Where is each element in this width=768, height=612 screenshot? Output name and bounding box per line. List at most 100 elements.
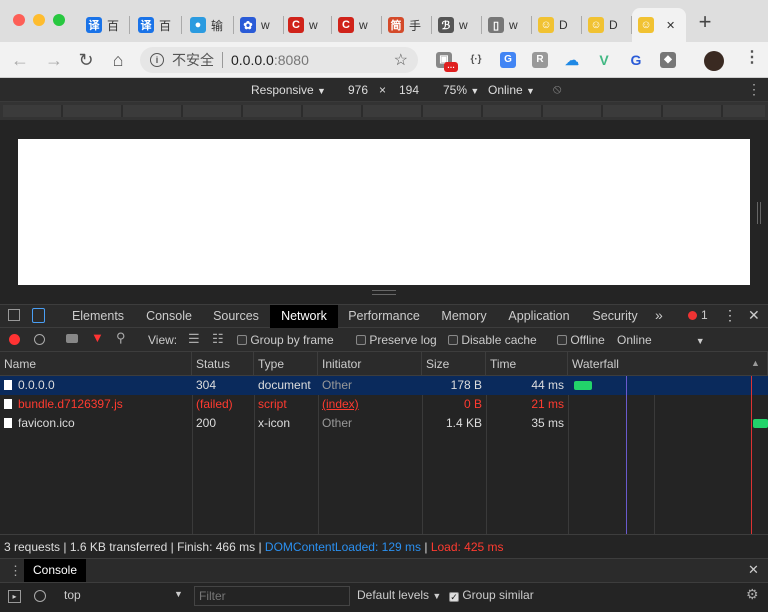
height-input[interactable]: 194 — [399, 83, 419, 97]
drawer-tab-console[interactable]: Console — [24, 559, 86, 582]
close-devtools-icon[interactable]: ✕ — [748, 307, 760, 324]
browser-tab[interactable]: ✿ w — [234, 8, 284, 42]
column-header-status[interactable]: Status — [192, 352, 254, 376]
throttle-select[interactable]: Online ▼ — [488, 83, 535, 97]
rotate-icon[interactable]: ⦸ — [553, 81, 561, 97]
device-toggle-icon[interactable] — [32, 308, 45, 323]
vue-extension-icon[interactable]: V — [596, 52, 612, 68]
device-select[interactable]: Responsive ▼ — [251, 83, 326, 97]
waterfall-bar[interactable] — [753, 419, 768, 428]
g-extension-icon[interactable]: G — [628, 52, 644, 68]
browser-tab[interactable]: Cw — [282, 8, 332, 42]
address-bar[interactable]: i 不安全 0.0.0.0 :8080 ☆ — [140, 47, 418, 73]
column-header-size[interactable]: Size — [422, 352, 486, 376]
overview-icon[interactable]: ☷ — [212, 331, 224, 347]
cloud-extension-icon[interactable]: ☁ — [564, 52, 580, 68]
file-icon — [4, 380, 12, 390]
forward-arrow-icon[interactable]: → — [42, 48, 66, 72]
home-icon[interactable]: ⌂ — [106, 48, 130, 72]
table-row[interactable]: bundle.d7126397.js (failed) script (index) 0… — [0, 395, 768, 414]
tab-security[interactable]: Security — [584, 305, 646, 328]
browser-tab[interactable]: ☺ D — [532, 8, 582, 42]
chevron-down-icon: ▼ — [695, 336, 705, 346]
error-count[interactable]: 1 — [701, 308, 708, 322]
sidebar-toggle-icon[interactable]: ▸ — [8, 590, 21, 603]
device-menu-icon[interactable]: ⋮ — [747, 81, 761, 98]
close-tab-icon[interactable]: ✕ — [666, 19, 675, 32]
width-input[interactable]: 976 — [348, 83, 368, 97]
minimize-window-button[interactable] — [33, 14, 45, 26]
tab-application[interactable]: Application — [500, 305, 578, 328]
group-similar-label: Group similar — [462, 588, 534, 602]
puzzle-extension-icon[interactable]: ◆ — [660, 52, 676, 68]
browser-tab[interactable]: ● 输 — [184, 8, 234, 42]
tab-console[interactable]: Console — [136, 305, 202, 328]
search-icon[interactable]: ⚲ — [116, 330, 126, 346]
new-tab-button[interactable]: + — [693, 10, 717, 34]
large-rows-icon[interactable]: ☰ — [188, 331, 200, 347]
record-icon[interactable] — [9, 334, 20, 345]
column-header-name[interactable]: Name — [0, 352, 192, 376]
clear-icon[interactable] — [34, 334, 45, 345]
browser-menu-icon[interactable]: ⋮ — [744, 50, 760, 66]
browser-tab[interactable]: 简手 — [382, 8, 432, 42]
browser-tab[interactable]: 译百 — [80, 8, 130, 42]
back-arrow-icon[interactable]: ← — [8, 48, 32, 72]
sort-up-icon[interactable]: ▲ — [751, 358, 760, 368]
table-row[interactable]: favicon.ico 200 x-icon Other 1.4 KB 35 ms — [0, 414, 768, 433]
translate-extension-icon[interactable]: G — [500, 52, 516, 68]
browser-tab[interactable]: ℬw — [432, 8, 482, 42]
tab-memory[interactable]: Memory — [432, 305, 496, 328]
info-icon[interactable]: i — [150, 53, 164, 67]
disable-cache-checkbox[interactable]: Disable cache — [448, 333, 537, 347]
cell-time: 21 ms — [531, 397, 564, 411]
devtools-menu-icon[interactable]: ⋮ — [723, 307, 737, 324]
column-header-type[interactable]: Type — [254, 352, 318, 376]
maximize-window-button[interactable] — [53, 14, 65, 26]
tab-network[interactable]: Network — [270, 305, 338, 328]
waterfall-bar[interactable] — [574, 381, 592, 390]
filter-icon[interactable]: ▼ — [91, 330, 104, 345]
bookmark-star-icon[interactable]: ☆ — [394, 50, 408, 70]
drawer-menu-icon[interactable]: ⋮ — [9, 563, 22, 579]
column-header-initiator[interactable]: Initiator — [318, 352, 422, 376]
resize-handle-bottom[interactable] — [372, 290, 396, 295]
offline-checkbox[interactable]: Offline — [557, 333, 605, 347]
context-select[interactable]: top — [64, 588, 81, 602]
preserve-log-checkbox[interactable]: Preserve log — [356, 333, 437, 347]
clear-console-icon[interactable] — [34, 590, 46, 602]
more-tabs-icon[interactable]: » — [655, 307, 663, 323]
browser-tab[interactable]: Cw — [332, 8, 382, 42]
console-filter-input[interactable]: Filter — [194, 586, 350, 606]
profile-avatar[interactable] — [704, 51, 724, 71]
browser-tab[interactable]: 译百 — [132, 8, 182, 42]
column-header-waterfall[interactable]: Waterfall — [568, 352, 768, 376]
cell-initiator: (index) — [322, 397, 359, 411]
browser-tab[interactable]: ☺ D — [582, 8, 632, 42]
zoom-select[interactable]: 75% ▼ — [443, 83, 479, 97]
close-drawer-icon[interactable]: ✕ — [748, 562, 759, 578]
chevron-down-icon[interactable]: ▼ — [174, 589, 183, 599]
json-extension-icon[interactable]: {·} — [468, 52, 484, 68]
inspect-element-icon[interactable] — [8, 309, 20, 321]
resize-handle-right[interactable] — [757, 202, 761, 224]
tab-elements[interactable]: Elements — [62, 305, 134, 328]
browser-tab[interactable]: ▯ w — [482, 8, 532, 42]
reload-icon[interactable]: ↻ — [74, 48, 98, 72]
tab-performance[interactable]: Performance — [340, 305, 428, 328]
summary-separator: | — [258, 540, 262, 554]
console-settings-gear-icon[interactable]: ⚙ — [746, 586, 759, 603]
rp-extension-icon[interactable]: R — [532, 52, 548, 68]
chevron-down-icon: ▼ — [317, 86, 326, 96]
camera-icon[interactable] — [66, 334, 78, 343]
log-levels-select[interactable]: Default levels ▼ — [357, 588, 441, 602]
table-row[interactable]: 0.0.0.0 304 document Other 178 B 44 ms — [0, 376, 768, 395]
browser-tab[interactable]: ☺ ✕ — [632, 8, 686, 42]
group-similar-checkbox[interactable]: ✓ Group similar — [449, 588, 534, 602]
close-window-button[interactable] — [13, 14, 25, 26]
tab-sources[interactable]: Sources — [206, 305, 266, 328]
group-by-frame-checkbox[interactable]: Group by frame — [237, 333, 334, 347]
network-throttle-select[interactable]: Online ▼ — [617, 333, 705, 347]
c-logo-icon: C — [338, 17, 354, 33]
column-header-time[interactable]: Time — [486, 352, 568, 376]
